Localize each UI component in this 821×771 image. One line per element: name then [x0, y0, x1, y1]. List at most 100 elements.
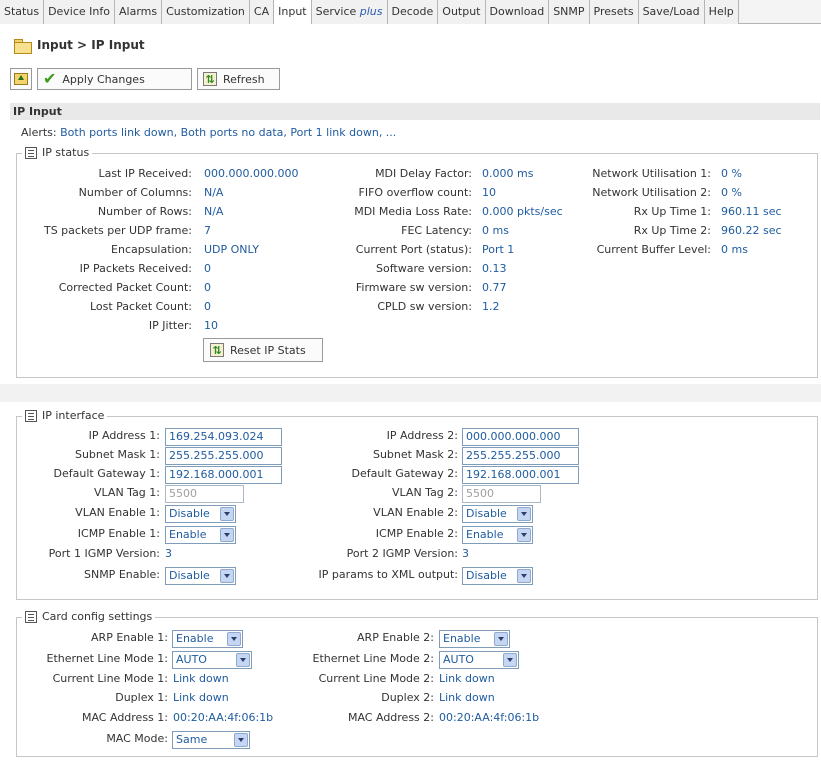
dropdown-arrow-icon [236, 653, 250, 667]
stat-label: IP Packets Received: [79, 262, 192, 275]
tab-input[interactable]: Input [274, 0, 312, 24]
stat-label: Current Buffer Level: [596, 243, 711, 256]
arp-enable-2-select[interactable]: Enable [439, 630, 510, 648]
tab-snmp[interactable]: SNMP [549, 0, 590, 24]
tab-status[interactable]: Status [0, 0, 45, 24]
dropdown-arrow-icon [517, 528, 531, 542]
tab-save-load[interactable]: Save/Load [638, 0, 705, 24]
ip-params-xml-value: Disable [466, 569, 507, 582]
tab-decode[interactable]: Decode [387, 0, 439, 24]
stat-value: 1.2 [482, 300, 500, 313]
dropdown-arrow-icon [220, 507, 234, 521]
stat-label: FIFO overflow count: [358, 186, 472, 199]
default-gateway-2-label: Default Gateway 2: [351, 467, 458, 480]
dropdown-arrow-icon [234, 733, 248, 747]
stat-value: 10 [482, 186, 496, 199]
reset-ip-stats-button[interactable]: ⇅ Reset IP Stats [203, 338, 323, 362]
tab-service-suffix: plus [359, 5, 383, 18]
dropdown-arrow-icon [517, 507, 531, 521]
dropdown-arrow-icon [494, 632, 508, 646]
stat-value: 7 [204, 224, 211, 237]
tab-help[interactable]: Help [704, 0, 739, 24]
stat-value: 0 [204, 300, 211, 313]
vlan-tag-2-input[interactable]: 5500 [462, 485, 541, 503]
mac-address-1-value: 00:20:AA:4f:06:1b [173, 711, 274, 724]
stat-label: FEC Latency: [401, 224, 472, 237]
stat-value: 0.77 [482, 281, 507, 294]
vlan-tag-1-input[interactable]: 5500 [165, 485, 244, 503]
ethernet-line-mode-1-select[interactable]: AUTO [172, 651, 252, 669]
stat-label: IP Jitter: [148, 319, 192, 332]
duplex-2-label: Duplex 2: [381, 691, 434, 704]
mac-mode-value: Same [176, 733, 208, 746]
ip-params-xml-select[interactable]: Disable [462, 567, 533, 585]
arp-enable-1-select[interactable]: Enable [172, 630, 243, 648]
ip-address-2-input[interactable]: 000.000.000.000 [462, 428, 579, 446]
refresh-button[interactable]: ⇅ Refresh [197, 68, 280, 90]
mac-address-1-label: MAC Address 1: [81, 711, 168, 724]
tab-alarms[interactable]: Alarms [115, 0, 163, 24]
stat-label: Encapsulation: [111, 243, 192, 256]
ethernet-line-mode-2-value: AUTO [443, 653, 474, 666]
vlan-enable-1-select[interactable]: Disable [165, 505, 236, 523]
folder-up-icon [14, 73, 28, 85]
tab-customization[interactable]: Customization [162, 0, 250, 24]
arp-enable-2-label: ARP Enable 2: [357, 631, 434, 644]
vlan-enable-2-value: Disable [466, 507, 507, 520]
folder-icon [14, 38, 32, 54]
stat-value: 0 ms [721, 243, 748, 256]
stat-value: 0.000 pkts/sec [482, 205, 563, 218]
stat-label: CPLD sw version: [377, 300, 472, 313]
ip-address-1-input[interactable]: 169.254.093.024 [165, 428, 282, 446]
refresh-icon: ⇅ [210, 343, 224, 357]
port-2-igmp-label: Port 2 IGMP Version: [346, 547, 458, 560]
current-line-mode-1-label: Current Line Mode 1: [52, 672, 168, 685]
stat-label: Number of Rows: [97, 205, 192, 218]
dropdown-arrow-icon [220, 569, 234, 583]
subnet-mask-2-input[interactable]: 255.255.255.000 [462, 447, 579, 465]
ip-params-xml-label: IP params to XML output: [318, 568, 458, 581]
ethernet-line-mode-2-select[interactable]: AUTO [439, 651, 519, 669]
default-gateway-2-input[interactable]: 192.168.000.001 [462, 466, 579, 484]
stat-value: 0.13 [482, 262, 507, 275]
stat-label: Number of Columns: [78, 186, 192, 199]
up-level-button[interactable] [10, 68, 32, 90]
checkmark-icon: ✔ [43, 69, 57, 88]
subnet-mask-1-input[interactable]: 255.255.255.000 [165, 447, 282, 465]
main-tab-bar: Status Device Info Alarms Customization … [0, 0, 821, 24]
arp-enable-1-label: ARP Enable 1: [91, 631, 168, 644]
page-title: Input > IP Input [14, 38, 145, 54]
stat-label: Firmware sw version: [355, 281, 472, 294]
stat-value: 0 ms [482, 224, 509, 237]
panel-list-icon [25, 610, 37, 623]
tab-service-plus[interactable]: Service plus [311, 0, 388, 24]
mac-mode-label: MAC Mode: [106, 732, 168, 745]
icmp-enable-1-select[interactable]: Enable [165, 526, 236, 544]
tab-output[interactable]: Output [438, 0, 486, 24]
stat-label: Network Utilisation 1: [592, 167, 711, 180]
icmp-enable-2-select[interactable]: Enable [462, 526, 533, 544]
stat-label: MDI Delay Factor: [375, 167, 472, 180]
tab-presets[interactable]: Presets [589, 0, 639, 24]
stat-label: TS packets per UDP frame: [43, 224, 192, 237]
mac-mode-select[interactable]: Same [172, 731, 250, 749]
duplex-1-value: Link down [173, 691, 229, 704]
stat-label: Current Port (status): [355, 243, 472, 256]
ip-address-1-label: IP Address 1: [88, 429, 160, 442]
alerts-text[interactable]: Both ports link down, Both ports no data… [60, 126, 396, 139]
default-gateway-1-input[interactable]: 192.168.000.001 [165, 466, 282, 484]
apply-changes-button[interactable]: ✔ Apply Changes [37, 68, 192, 90]
snmp-enable-select[interactable]: Disable [165, 567, 236, 585]
vlan-enable-2-select[interactable]: Disable [462, 505, 533, 523]
tab-ca[interactable]: CA [249, 0, 275, 24]
stat-value: 960.11 sec [721, 205, 782, 218]
stat-value: N/A [204, 186, 224, 199]
stat-value: 000.000.000.000 [204, 167, 299, 180]
tab-service-label: Service [315, 5, 357, 18]
stat-value: UDP ONLY [204, 243, 259, 256]
tab-device-info[interactable]: Device Info [44, 0, 115, 24]
stat-label: Last IP Received: [98, 167, 192, 180]
snmp-enable-value: Disable [169, 569, 210, 582]
tab-download[interactable]: Download [485, 0, 550, 24]
alerts-label: Alerts: [21, 126, 57, 139]
